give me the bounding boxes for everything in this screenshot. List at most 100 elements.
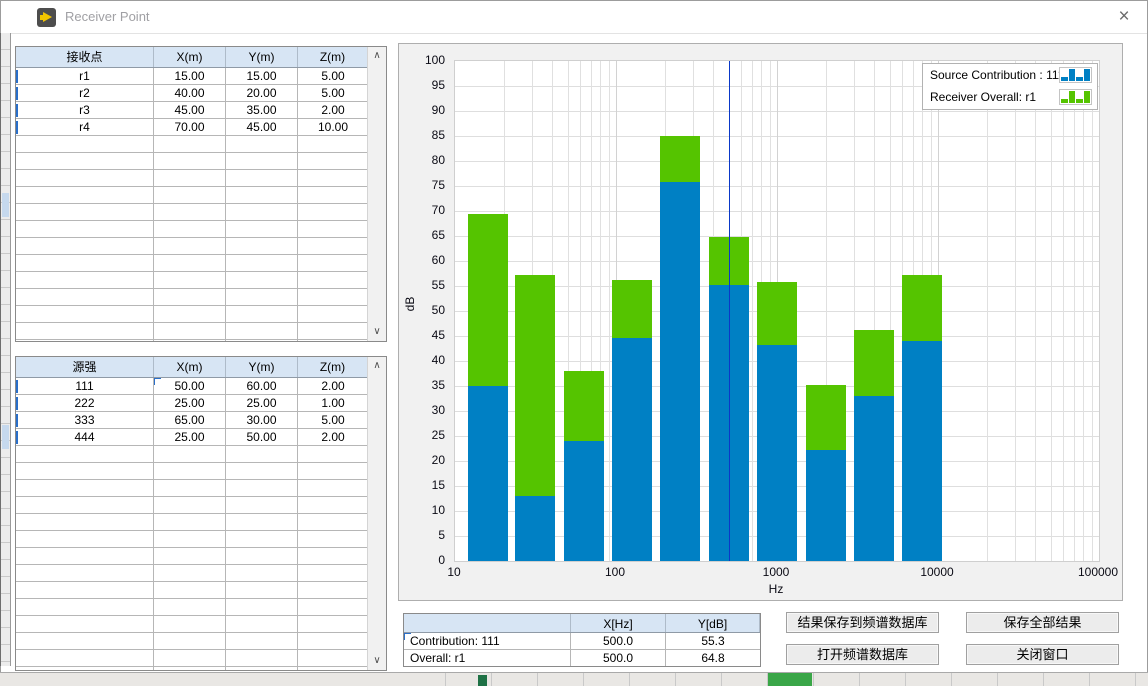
empty-cell[interactable] bbox=[16, 599, 154, 616]
save-all-results-button[interactable]: 保存全部结果 bbox=[966, 612, 1119, 633]
empty-cell[interactable] bbox=[154, 187, 226, 204]
table-row[interactable]: Contribution: 111500.055.3 bbox=[404, 633, 760, 650]
table-cell[interactable]: 500.0 bbox=[571, 650, 666, 666]
empty-cell[interactable] bbox=[298, 272, 368, 289]
open-spectrum-db-button[interactable]: 打开频谱数据库 bbox=[786, 644, 939, 665]
table-row[interactable] bbox=[16, 633, 368, 650]
table-cell[interactable]: r2 bbox=[16, 85, 154, 102]
table-cell[interactable]: 5.00 bbox=[298, 412, 368, 429]
table-cell[interactable]: 1.00 bbox=[298, 395, 368, 412]
empty-cell[interactable] bbox=[226, 667, 298, 670]
empty-cell[interactable] bbox=[154, 531, 226, 548]
empty-cell[interactable] bbox=[16, 565, 154, 582]
table-cell[interactable]: 25.00 bbox=[154, 395, 226, 412]
scroll-up-icon[interactable]: ∧ bbox=[368, 48, 386, 64]
table-cell[interactable]: 50.00 bbox=[226, 429, 298, 446]
empty-cell[interactable] bbox=[154, 446, 226, 463]
empty-cell[interactable] bbox=[154, 633, 226, 650]
empty-cell[interactable] bbox=[16, 616, 154, 633]
empty-cell[interactable] bbox=[16, 136, 154, 153]
table-row[interactable] bbox=[16, 463, 368, 480]
empty-cell[interactable] bbox=[16, 446, 154, 463]
scroll-up-icon[interactable]: ∧ bbox=[368, 358, 386, 374]
table-row[interactable] bbox=[16, 340, 368, 341]
table-row[interactable] bbox=[16, 582, 368, 599]
table-row[interactable] bbox=[16, 323, 368, 340]
empty-cell[interactable] bbox=[154, 255, 226, 272]
empty-cell[interactable] bbox=[226, 497, 298, 514]
empty-cell[interactable] bbox=[298, 616, 368, 633]
table-row[interactable] bbox=[16, 531, 368, 548]
empty-cell[interactable] bbox=[226, 463, 298, 480]
empty-cell[interactable] bbox=[154, 238, 226, 255]
table-row[interactable] bbox=[16, 446, 368, 463]
table-row[interactable] bbox=[16, 289, 368, 306]
empty-cell[interactable] bbox=[226, 446, 298, 463]
table-cell[interactable]: 222 bbox=[16, 395, 154, 412]
table-row[interactable]: 源强X(m)Y(m)Z(m) bbox=[16, 357, 368, 378]
table-cell[interactable]: 2.00 bbox=[298, 102, 368, 119]
table-row[interactable] bbox=[16, 255, 368, 272]
empty-cell[interactable] bbox=[226, 565, 298, 582]
empty-cell[interactable] bbox=[226, 480, 298, 497]
empty-cell[interactable] bbox=[154, 340, 226, 341]
table-row[interactable] bbox=[16, 272, 368, 289]
empty-cell[interactable] bbox=[226, 323, 298, 340]
empty-cell[interactable] bbox=[226, 650, 298, 667]
empty-cell[interactable] bbox=[226, 548, 298, 565]
table-row[interactable]: 44425.0050.002.00 bbox=[16, 429, 368, 446]
empty-cell[interactable] bbox=[298, 463, 368, 480]
empty-cell[interactable] bbox=[298, 136, 368, 153]
empty-cell[interactable] bbox=[298, 323, 368, 340]
empty-cell[interactable] bbox=[154, 153, 226, 170]
empty-cell[interactable] bbox=[226, 255, 298, 272]
empty-cell[interactable] bbox=[154, 582, 226, 599]
empty-cell[interactable] bbox=[298, 582, 368, 599]
table-cell[interactable]: 2.00 bbox=[298, 378, 368, 395]
empty-cell[interactable] bbox=[154, 306, 226, 323]
table-row[interactable]: r345.0035.002.00 bbox=[16, 102, 368, 119]
empty-cell[interactable] bbox=[226, 289, 298, 306]
table-cell[interactable]: 500.0 bbox=[571, 633, 666, 650]
close-window-button[interactable]: 关闭窗口 bbox=[966, 644, 1119, 665]
empty-cell[interactable] bbox=[226, 187, 298, 204]
table-row[interactable] bbox=[16, 204, 368, 221]
table-row[interactable] bbox=[16, 565, 368, 582]
empty-cell[interactable] bbox=[298, 480, 368, 497]
empty-cell[interactable] bbox=[154, 565, 226, 582]
empty-cell[interactable] bbox=[16, 667, 154, 670]
empty-cell[interactable] bbox=[154, 136, 226, 153]
legend-entry[interactable]: Source Contribution : 111 bbox=[923, 64, 1097, 86]
empty-cell[interactable] bbox=[226, 633, 298, 650]
empty-cell[interactable] bbox=[298, 633, 368, 650]
empty-cell[interactable] bbox=[16, 582, 154, 599]
empty-cell[interactable] bbox=[154, 616, 226, 633]
empty-cell[interactable] bbox=[16, 153, 154, 170]
empty-cell[interactable] bbox=[298, 565, 368, 582]
empty-cell[interactable] bbox=[16, 221, 154, 238]
empty-cell[interactable] bbox=[298, 599, 368, 616]
table-row[interactable] bbox=[16, 136, 368, 153]
empty-cell[interactable] bbox=[226, 136, 298, 153]
empty-cell[interactable] bbox=[298, 514, 368, 531]
table-row[interactable] bbox=[16, 616, 368, 633]
table-cell[interactable]: Contribution: 111 bbox=[404, 633, 571, 650]
table-row[interactable] bbox=[16, 497, 368, 514]
empty-cell[interactable] bbox=[16, 238, 154, 255]
empty-cell[interactable] bbox=[154, 497, 226, 514]
table-cell[interactable]: 25.00 bbox=[226, 395, 298, 412]
empty-cell[interactable] bbox=[154, 170, 226, 187]
empty-cell[interactable] bbox=[226, 204, 298, 221]
empty-cell[interactable] bbox=[154, 650, 226, 667]
empty-cell[interactable] bbox=[226, 340, 298, 341]
empty-cell[interactable] bbox=[226, 238, 298, 255]
table-cell[interactable]: 333 bbox=[16, 412, 154, 429]
scroll-down-icon[interactable]: ∨ bbox=[368, 653, 386, 669]
empty-cell[interactable] bbox=[154, 463, 226, 480]
empty-cell[interactable] bbox=[154, 480, 226, 497]
empty-cell[interactable] bbox=[16, 497, 154, 514]
empty-cell[interactable] bbox=[298, 497, 368, 514]
plot-cursor[interactable] bbox=[729, 61, 730, 561]
empty-cell[interactable] bbox=[298, 204, 368, 221]
empty-cell[interactable] bbox=[226, 153, 298, 170]
